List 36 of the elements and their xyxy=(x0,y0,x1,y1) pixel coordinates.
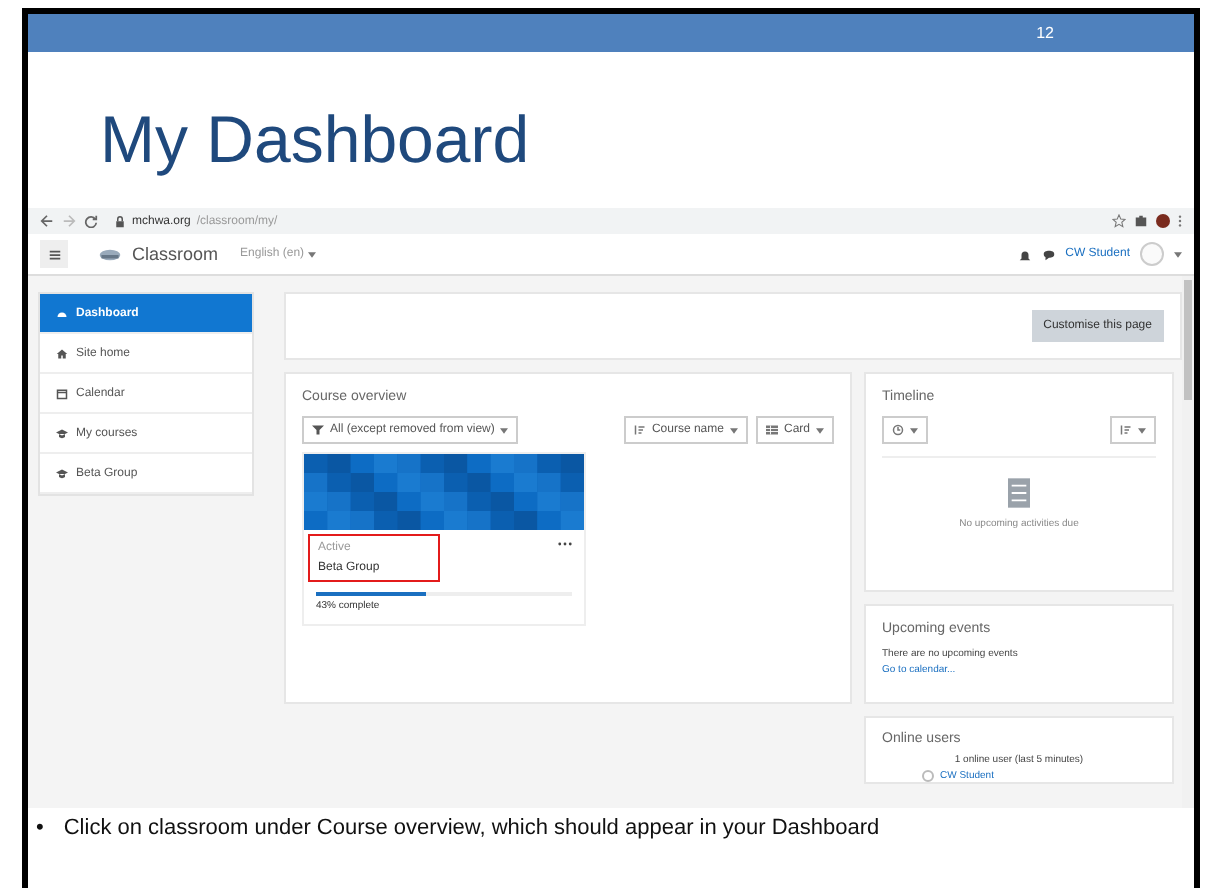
time-filter-dropdown[interactable] xyxy=(882,416,928,444)
page-number: 12 xyxy=(1036,24,1054,42)
star-icon[interactable] xyxy=(1112,214,1126,228)
sort-dropdown[interactable] xyxy=(1110,416,1156,444)
logo-icon xyxy=(98,247,122,261)
reload-icon[interactable] xyxy=(84,214,98,228)
caret-icon xyxy=(910,427,918,433)
menu-icon xyxy=(47,247,61,261)
caret-icon xyxy=(1138,427,1146,433)
grid-icon xyxy=(765,424,778,436)
caret-icon xyxy=(816,427,824,433)
menu-button[interactable] xyxy=(40,240,68,268)
clock-icon xyxy=(892,424,904,436)
list-icon xyxy=(1008,478,1030,508)
bell-icon[interactable] xyxy=(1017,247,1032,261)
lock-icon xyxy=(114,215,126,227)
slide-title: My Dashboard xyxy=(98,100,532,180)
caret-icon xyxy=(500,427,509,433)
profile-avatar[interactable] xyxy=(1156,214,1170,228)
slide-caption: Click on classroom under Course overview, which should appear in your Dashboard xyxy=(63,816,880,842)
user-avatar xyxy=(922,770,934,782)
calendar-icon xyxy=(56,387,68,399)
caret-icon xyxy=(308,251,317,257)
back-icon[interactable] xyxy=(40,214,54,228)
dashboard-icon xyxy=(56,307,68,319)
sort-icon xyxy=(1120,424,1132,436)
sort-icon xyxy=(633,424,646,436)
bullet-mark: • xyxy=(36,816,44,842)
graduation-cap-icon xyxy=(56,467,68,479)
filter-icon xyxy=(312,424,324,436)
home-icon xyxy=(56,347,68,359)
site-name[interactable]: Classroom xyxy=(132,244,219,264)
graduation-cap-icon xyxy=(56,427,68,439)
caret-icon xyxy=(729,427,738,433)
chat-icon[interactable] xyxy=(1041,247,1056,261)
caret-icon[interactable] xyxy=(1174,251,1182,257)
